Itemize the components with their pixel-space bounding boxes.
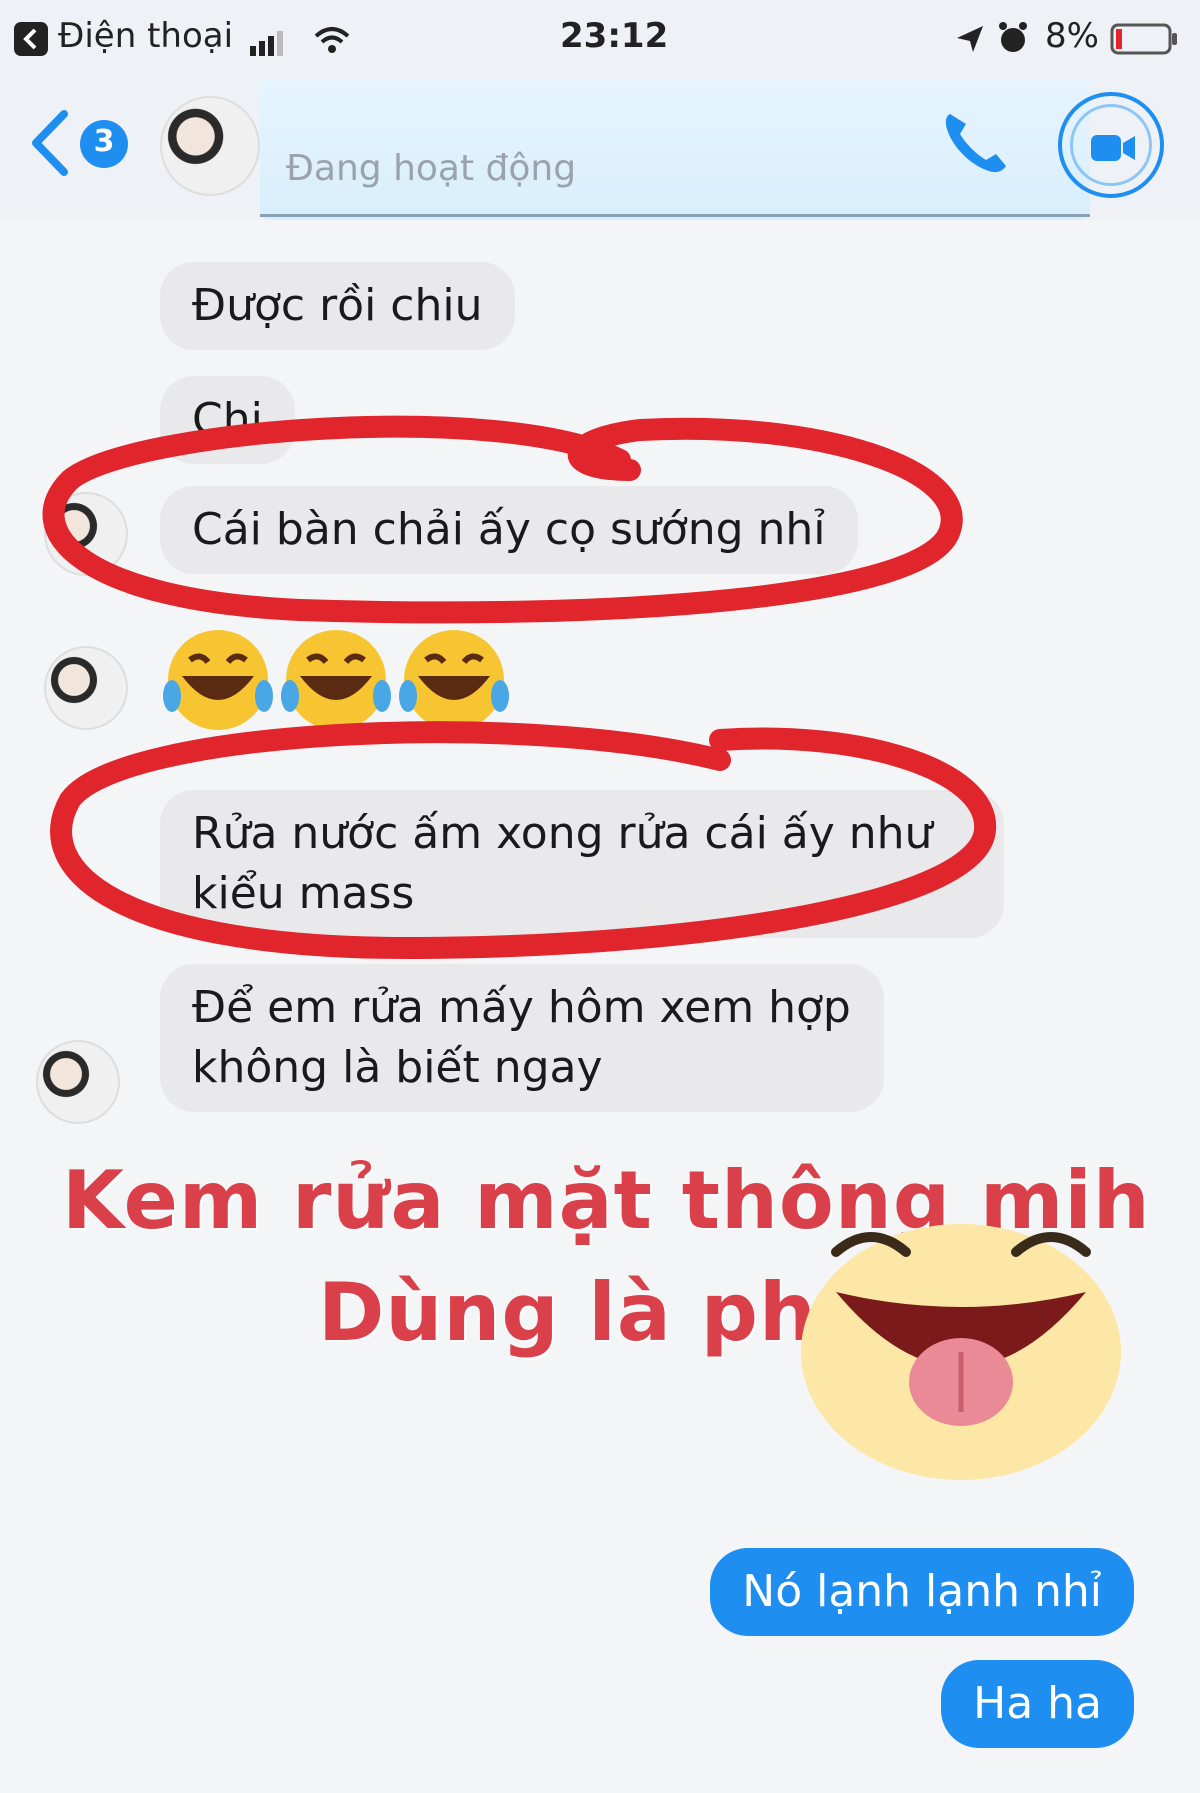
message-text: Nó lạnh lạnh nhỉ [742, 1566, 1102, 1617]
message-bubble-6[interactable]: Nó lạnh lạnh nhỉ [710, 1548, 1134, 1636]
red-annotation-circles [42, 415, 997, 960]
tongue-out-face-icon [801, 1224, 1121, 1480]
message-text: Ha ha [973, 1678, 1102, 1729]
message-bubble-7[interactable]: Ha ha [941, 1660, 1134, 1748]
overlay-caption-line-2: Dùng là phê [318, 1266, 873, 1359]
